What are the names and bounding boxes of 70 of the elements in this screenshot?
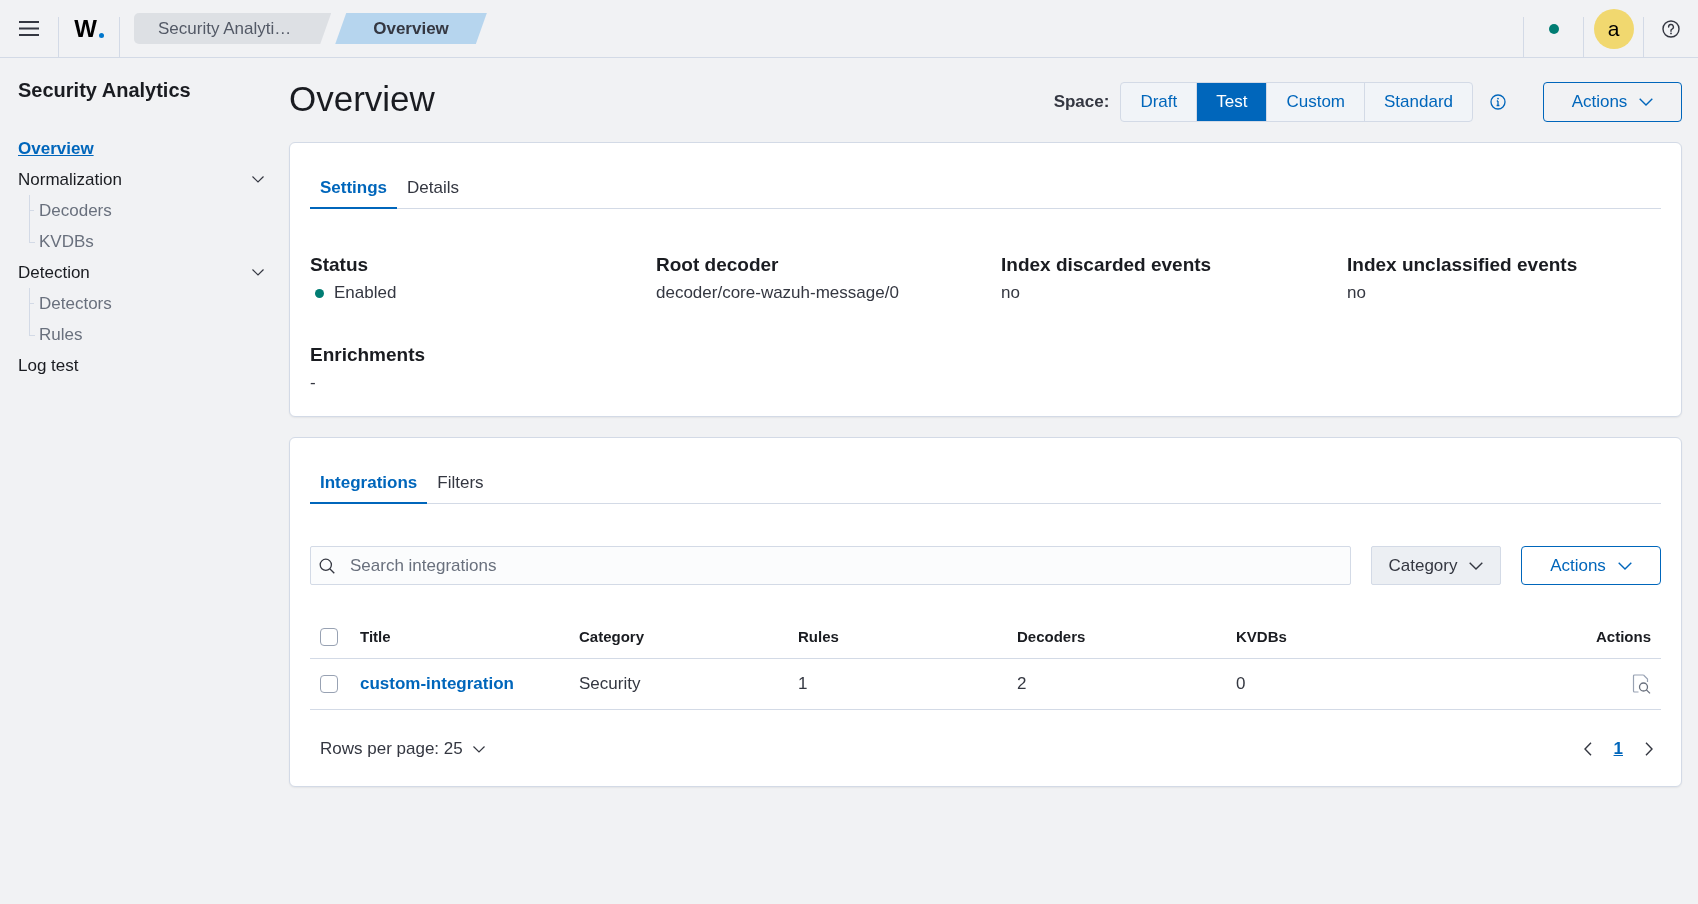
- status-dot-icon: [315, 288, 324, 298]
- checkbox[interactable]: [320, 675, 338, 693]
- column-header: Category: [579, 627, 645, 645]
- space-option[interactable]: Draft: [1121, 83, 1197, 121]
- space-option[interactable]: Standard: [1364, 83, 1472, 121]
- tab[interactable]: Settings: [310, 169, 398, 209]
- nav-item[interactable]: Normalization: [18, 168, 122, 191]
- tab[interactable]: Details: [397, 169, 470, 209]
- nav-item[interactable]: Log test: [18, 354, 79, 377]
- chevron-down-icon[interactable]: [252, 269, 264, 276]
- field-value: Enabled: [334, 282, 397, 304]
- field-value: -: [310, 372, 316, 394]
- field-label: Index discarded events: [1001, 253, 1213, 277]
- nav-item[interactable]: Overview: [18, 137, 94, 160]
- page-title: Overview: [289, 78, 435, 120]
- field-value: no: [1001, 282, 1020, 304]
- document-search-icon[interactable]: [1631, 674, 1651, 694]
- field-label: Enrichments: [310, 343, 427, 367]
- help-icon: [1662, 19, 1680, 38]
- rows-per-page-button[interactable]: Rows per page: 25: [310, 739, 485, 759]
- column-header: KVDBs: [1236, 627, 1287, 645]
- chevron-down-icon[interactable]: [252, 176, 264, 183]
- actions-button[interactable]: Actions: [1521, 546, 1661, 585]
- actions-button[interactable]: Actions: [1543, 82, 1682, 122]
- logo-text: W: [74, 16, 97, 41]
- search-icon: [319, 558, 335, 574]
- field-label: Root decoder: [656, 253, 780, 277]
- field-label: Index unclassified events: [1347, 253, 1579, 277]
- checkbox[interactable]: [320, 627, 338, 646]
- column-header: Rules: [798, 627, 839, 645]
- tab[interactable]: Filters: [427, 464, 494, 504]
- chevron-down-icon: [1469, 561, 1484, 570]
- menu-icon: [19, 21, 39, 36]
- chevron-left-icon: [1583, 742, 1592, 756]
- status-dot-icon: [1548, 23, 1559, 34]
- nav-subitem[interactable]: KVDBs: [39, 230, 94, 253]
- column-header: Title: [360, 627, 391, 645]
- column-header: Actions: [1596, 627, 1651, 645]
- nav-subitem[interactable]: Detectors: [39, 292, 112, 315]
- chevron-right-icon: [1645, 742, 1653, 756]
- integration-link[interactable]: custom-integration: [360, 674, 514, 693]
- user-avatar[interactable]: a: [1593, 8, 1634, 49]
- category-filter-button[interactable]: Category: [1371, 546, 1501, 585]
- chevron-down-icon: [1639, 98, 1654, 106]
- logo-dot-icon: [98, 33, 104, 38]
- column-header: Decoders: [1017, 627, 1086, 645]
- menu-button[interactable]: [17, 19, 41, 38]
- breadcrumb[interactable]: Overview: [335, 13, 487, 44]
- table-cell: 0: [1236, 674, 1246, 693]
- page-link[interactable]: 1: [1599, 739, 1637, 759]
- nav-subitem[interactable]: Rules: [39, 323, 83, 346]
- nav-item[interactable]: Detection: [18, 261, 90, 284]
- breadcrumb[interactable]: Security Analyti…: [134, 13, 332, 44]
- nav-subitem[interactable]: Decoders: [39, 199, 112, 222]
- space-option[interactable]: Custom: [1266, 83, 1364, 121]
- field-label: Status: [310, 253, 370, 277]
- table-cell: Security: [579, 674, 641, 693]
- chevron-down-icon: [1617, 561, 1632, 570]
- chevron-down-icon: [472, 745, 485, 753]
- info-icon[interactable]: [1490, 94, 1506, 110]
- tab[interactable]: Integrations: [310, 464, 428, 504]
- field-value: decoder/core-wazuh-message/0: [656, 282, 899, 304]
- sidebar-title: Security Analytics: [18, 78, 192, 102]
- table-cell: 2: [1017, 674, 1027, 693]
- space-label: Space:: [1053, 92, 1110, 112]
- search-field[interactable]: Search integrations: [310, 546, 1351, 585]
- field-value: no: [1347, 282, 1366, 304]
- space-option[interactable]: Test: [1196, 83, 1267, 121]
- table-cell: 1: [798, 674, 808, 693]
- help-button[interactable]: [1662, 19, 1680, 38]
